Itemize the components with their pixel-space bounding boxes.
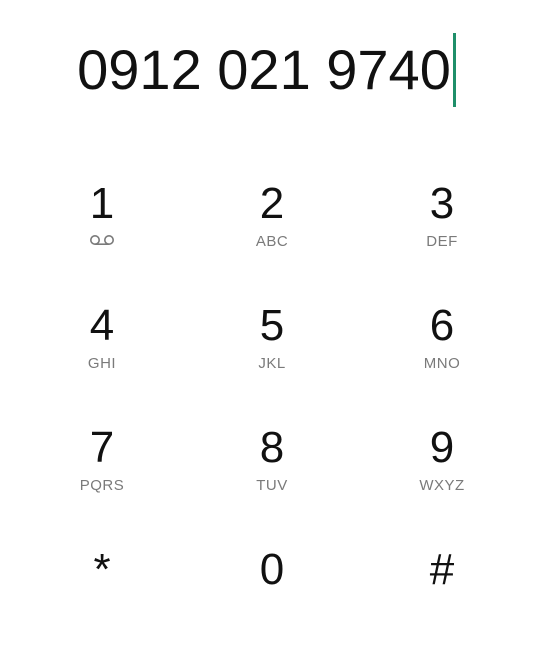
key-digit: 9 <box>429 423 455 472</box>
key-letters: ABC <box>255 233 289 250</box>
keypad-row: 1 2 ABC 3 DEF <box>17 170 527 292</box>
key-digit: 4 <box>89 301 115 350</box>
key-digit: # <box>429 545 455 594</box>
key-letters: JKL <box>258 355 286 372</box>
key-1[interactable]: 1 <box>17 170 187 292</box>
key-digit: 1 <box>89 179 115 228</box>
key-digit: 3 <box>429 179 455 228</box>
key-letters: GHI <box>87 355 117 372</box>
keypad-row: * 0 # <box>17 536 527 658</box>
dial-number-display[interactable]: 0912 021 9740 <box>0 30 533 110</box>
key-letters: PQRS <box>79 477 125 494</box>
key-digit: 8 <box>259 423 285 472</box>
key-0[interactable]: 0 <box>187 536 357 658</box>
dialed-number: 0912 021 9740 <box>77 38 451 101</box>
key-digit: 6 <box>429 301 455 350</box>
key-4[interactable]: 4 GHI <box>17 292 187 414</box>
key-digit: * <box>93 545 111 594</box>
key-letters: DEF <box>426 233 458 250</box>
key-digit: 7 <box>89 423 115 472</box>
key-9[interactable]: 9 WXYZ <box>357 414 527 536</box>
key-hash[interactable]: # <box>357 536 527 658</box>
key-7[interactable]: 7 PQRS <box>17 414 187 536</box>
key-5[interactable]: 5 JKL <box>187 292 357 414</box>
key-digit: 0 <box>259 545 285 594</box>
key-3[interactable]: 3 DEF <box>357 170 527 292</box>
key-8[interactable]: 8 TUV <box>187 414 357 536</box>
keypad-row: 7 PQRS 8 TUV 9 WXYZ <box>17 414 527 536</box>
voicemail-icon <box>90 235 114 245</box>
key-6[interactable]: 6 MNO <box>357 292 527 414</box>
dial-keypad: 1 2 ABC 3 DEF 4 GHI 5 JKL 6 MNO 7 PQRS 8… <box>17 170 527 658</box>
keypad-row: 4 GHI 5 JKL 6 MNO <box>17 292 527 414</box>
key-digit: 5 <box>259 301 285 350</box>
key-2[interactable]: 2 ABC <box>187 170 357 292</box>
key-letters: MNO <box>423 355 461 372</box>
key-star[interactable]: * <box>17 536 187 658</box>
key-digit: 2 <box>259 179 285 228</box>
text-cursor <box>452 33 456 107</box>
key-letters: WXYZ <box>419 477 465 494</box>
key-letters: TUV <box>256 477 288 494</box>
